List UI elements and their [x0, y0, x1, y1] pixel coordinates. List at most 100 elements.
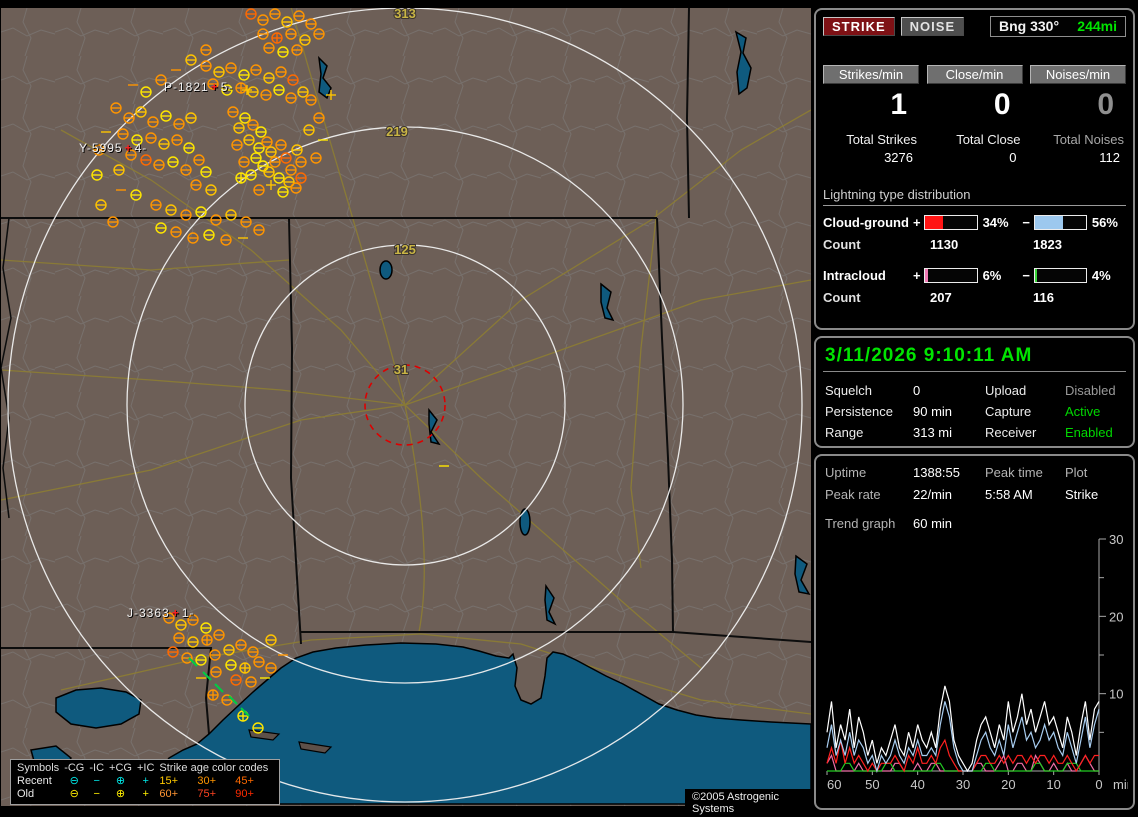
svg-text:20: 20: [1109, 609, 1123, 624]
legend-row-old-label: Old: [17, 788, 35, 800]
capture-label: Capture: [985, 404, 1032, 419]
circle-minus-icon: ⊖: [69, 775, 79, 787]
intracloud-count-row: Count 207 116: [823, 290, 1126, 305]
storm-cell-label: J-3363 +1-: [127, 606, 194, 620]
trend-panel: Uptime 1388:55 Peak time Plot Peak rate …: [814, 454, 1135, 810]
circle-plus-icon: ⊕: [115, 775, 126, 787]
peak-time-value: 5:58 AM: [985, 487, 1033, 502]
receiver-label: Receiver: [985, 425, 1037, 440]
cloud-ground-count-row: Count 1130 1823: [823, 237, 1126, 252]
trend-graph-row: Trend graph 60 min: [823, 516, 1126, 531]
minus-sign: −: [1022, 268, 1030, 283]
cg-negative-count: 1823: [1033, 237, 1062, 252]
distribution-title: Lightning type distribution: [823, 187, 1126, 206]
svg-text:50: 50: [865, 777, 879, 792]
ring-label-219: 219: [386, 124, 408, 139]
noises-per-min-chip[interactable]: Noises/min: [1030, 65, 1126, 84]
total-strikes-value: 3276: [884, 150, 913, 165]
noises-per-min-value: 0: [1097, 88, 1114, 121]
circle-minus-icon: ⊖: [69, 788, 79, 800]
map-legend: Symbols -CG -IC +CG +IC Strike age color…: [10, 759, 281, 805]
cell-centroid-icon: +: [171, 606, 180, 620]
peak-time-label: Peak time: [985, 465, 1043, 480]
age-60: 60+: [159, 788, 179, 800]
age-15: 15+: [159, 775, 179, 787]
plus-icon: +: [142, 775, 149, 787]
plus-sign: +: [913, 268, 921, 283]
statistics-panel: STRIKE NOISE Bng 330° 244mi Strikes/min …: [814, 8, 1135, 330]
lightning-map[interactable]: 313 219 125 31 P-1821 +5- Y-5995 +4- J-3363 +…: [1, 8, 811, 817]
settings-row: Squelch 0 Upload Disabled: [823, 380, 1126, 401]
range-label: Range: [825, 425, 864, 440]
ic-negative-count: 116: [1033, 290, 1054, 305]
persistence-label: Persistence: [825, 404, 893, 419]
age-90: 90+: [235, 788, 254, 800]
close-per-min-chip[interactable]: Close/min: [926, 65, 1023, 84]
uptime-value: 1388:55: [913, 465, 960, 480]
storm-cell-label: P-1821 +5-: [164, 80, 233, 94]
datetime-display: 3/11/2026 9:10:11 AM: [823, 344, 1126, 372]
total-noises-label: Total Noises: [1053, 132, 1124, 147]
strike-cp: [201, 634, 213, 646]
minus-icon: −: [93, 788, 100, 800]
cell-id: P-1821: [164, 80, 209, 94]
cloud-ground-label: Cloud-ground: [823, 215, 909, 230]
legend-col-cg-minus: -CG: [64, 762, 85, 774]
count-label: Count: [823, 290, 861, 305]
svg-text:20: 20: [1001, 777, 1015, 792]
cloud-ground-row: Cloud-ground + 34% − 56%: [823, 215, 1126, 230]
bearing-label: Bng 330°: [999, 18, 1060, 34]
svg-text:60: 60: [827, 777, 841, 792]
uptime-row: Uptime 1388:55 Peak time Plot: [823, 462, 1126, 484]
strikes-counter-column: Strikes/min 1 Total Strikes 3276: [823, 65, 919, 165]
plot-label: Plot: [1065, 465, 1088, 480]
trend-graph-chart: 10 20 30 60 50 40 30 20 10 0 min: [826, 532, 1134, 792]
plus-sign: +: [913, 215, 921, 230]
strike-cp: [239, 662, 251, 674]
strike-cp: [271, 32, 283, 44]
capture-status: Active: [1065, 404, 1101, 419]
app-window: { "colors": { "land":"#6d5f57","water":"…: [0, 0, 1138, 817]
cg-negative-bar: [1033, 215, 1087, 230]
minus-sign: −: [1022, 215, 1030, 230]
age-45: 45+: [235, 775, 254, 787]
ic-positive-count: 207: [930, 290, 952, 305]
svg-text:10: 10: [1109, 687, 1123, 702]
bearing-readout: Bng 330° 244mi: [990, 16, 1126, 37]
peak-rate-value: 22/min: [913, 487, 953, 502]
ic-negative-bar: [1033, 268, 1087, 283]
cg-positive-bar: [924, 215, 978, 230]
uptime-label: Uptime: [825, 465, 867, 480]
strikes-per-min-chip[interactable]: Strikes/min: [823, 65, 919, 84]
noises-counter-column: Noises/min 0 Total Noises 112: [1030, 65, 1126, 165]
close-counter-column: Close/min 0 Total Close 0: [926, 65, 1023, 165]
cell-id: J-3363: [127, 606, 170, 620]
intracloud-row: Intracloud + 6% − 4%: [823, 268, 1126, 283]
cell-rate: 4-: [134, 141, 148, 155]
close-per-min-value: 0: [993, 88, 1011, 121]
total-strikes-label: Total Strikes: [846, 132, 917, 147]
cg-negative-pct: 56%: [1091, 215, 1118, 230]
upload-status: Disabled: [1065, 383, 1116, 398]
total-close-value: 0: [1009, 150, 1017, 165]
svg-text:30: 30: [1109, 533, 1123, 547]
ic-negative-pct: 4%: [1091, 268, 1111, 283]
plus-icon: +: [142, 788, 149, 800]
age-75: 75+: [197, 788, 217, 800]
strike-cp: [235, 82, 247, 94]
squelch-label: Squelch: [825, 383, 872, 398]
bearing-distance: 244mi: [1077, 18, 1117, 34]
strikes-per-min-value: 1: [890, 88, 907, 121]
legend-row-recent-label: Recent: [17, 775, 52, 787]
plot-mode-value: Strike: [1065, 487, 1099, 502]
range-value: 313 mi: [913, 425, 953, 440]
ic-positive-bar: [924, 268, 978, 283]
legend-symbols-title: Symbols: [17, 762, 60, 774]
cg-positive-count: 1130: [930, 237, 959, 252]
trend-series-totalstrikes: [826, 685, 1100, 773]
noise-toggle-button[interactable]: NOISE: [900, 17, 965, 36]
strike-toggle-button[interactable]: STRIKE: [823, 17, 895, 36]
svg-text:0: 0: [1095, 777, 1102, 792]
cell-rate: 1-: [181, 606, 195, 620]
svg-text:min: min: [1113, 777, 1128, 792]
